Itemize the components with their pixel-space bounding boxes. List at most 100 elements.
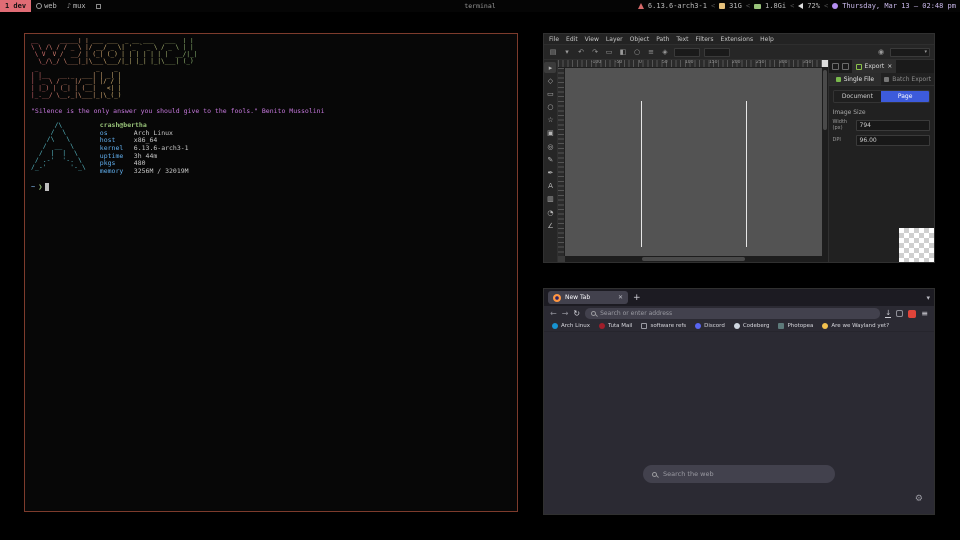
tab-list-chevron-icon[interactable]: ▾ [926,294,930,302]
x-coordinate-field[interactable] [674,48,700,57]
reload-icon[interactable]: ↻ [573,309,580,318]
memory-icon [754,4,761,9]
back-icon[interactable]: ← [550,309,557,318]
document-button[interactable]: Document [834,91,882,102]
menu-help[interactable]: Help [760,36,774,43]
bookmark-discord[interactable]: Discord [695,323,725,329]
box3d-tool-icon[interactable]: ▣ [544,128,556,139]
ruler-label: 350 [803,60,812,65]
newtab-search-box[interactable]: Search the web [643,465,835,483]
bookmark-label: Tuta Mail [608,323,632,329]
export-mode-tabs: Single File Batch Export [829,73,934,86]
y-coordinate-field[interactable] [704,48,730,57]
page-button[interactable]: Page [881,91,929,102]
snap-icon[interactable]: ◉ [876,48,886,56]
document-new-icon[interactable]: ▤ [548,48,558,56]
personalize-gear-icon[interactable]: ⚙ [915,494,923,504]
group-icon[interactable]: ◈ [660,48,670,56]
menu-filters[interactable]: Filters [696,36,714,43]
downloads-icon[interactable]: ↓ [885,310,891,318]
selector-tool-icon[interactable]: ▸ [544,62,556,73]
width-input[interactable]: 794 [856,120,930,131]
single-file-icon [836,77,841,82]
text-tool-icon[interactable]: A [544,181,556,192]
forward-icon[interactable]: → [562,309,569,318]
tuta-icon [599,323,605,329]
url-bar[interactable]: Search or enter address [585,308,880,319]
undo-icon[interactable]: ↶ [576,48,586,56]
bookmark-label: Discord [704,323,725,329]
menu-view[interactable]: View [585,36,599,43]
tab-label: Single File [844,76,874,83]
export-dialog-tab[interactable]: Export × [852,60,897,73]
node-tool-icon[interactable]: ◇ [544,75,556,86]
rectangle-tool-icon[interactable]: ▭ [544,88,556,99]
circle-tool-icon[interactable]: ○ [544,102,556,113]
spiral-tool-icon[interactable]: ◎ [544,141,556,152]
disk-usage: 31G [729,2,742,10]
paste-icon[interactable]: ◧ [618,48,628,56]
bookmark-photopea[interactable]: Photopea [778,323,813,329]
tab-close-icon[interactable]: ✕ [618,294,623,301]
menu-edit[interactable]: Edit [566,36,578,43]
tab-batch-export[interactable]: Batch Export [881,73,934,85]
menu-object[interactable]: Object [630,36,650,43]
firefox-window[interactable]: New Tab ✕ + ▾ ← → ↻ Search or enter addr… [543,288,935,515]
bookmark-codeberg[interactable]: Codeberg [734,323,770,329]
ublock-icon[interactable] [908,310,916,318]
layers-icon[interactable]: ≡ [646,48,656,56]
pen-tool-icon[interactable]: ✒ [544,168,556,179]
dpi-input[interactable]: 96.00 [856,135,930,146]
menu-path[interactable]: Path [656,36,669,43]
drawn-vertical-line[interactable] [746,101,747,247]
bookmark-label: Arch Linux [561,323,590,329]
zoom-icon[interactable]: ○ [632,48,642,56]
drawn-vertical-line[interactable] [641,101,642,247]
active-tab[interactable]: New Tab ✕ [548,291,628,304]
menu-icon[interactable]: ≡ [921,309,928,318]
bookmark-label: Are we Wayland yet? [831,323,889,329]
horizontal-ruler: -100 -50 0 50 100 150 200 250 300 350 [558,60,822,68]
bookmark-tuta-mail[interactable]: Tuta Mail [599,323,632,329]
measure-tool-icon[interactable]: ∠ [544,220,556,231]
firefox-nav-bar: ← → ↻ Search or enter address ↓ ≡ [544,306,934,321]
bookmark-are-we-wayland-yet[interactable]: Are we Wayland yet? [822,323,889,329]
inkscape-command-toolbar: ▤ ▾ ↶ ↷ ▭ ◧ ○ ≡ ◈ ◉ ▾ [544,45,934,60]
separator: < [711,2,715,10]
inkscape-window[interactable]: File Edit View Layer Object Path Text Fi… [543,33,935,263]
extensions-icon[interactable] [896,310,903,317]
inkscape-canvas[interactable]: -100 -50 0 50 100 150 200 250 300 350 [558,60,822,262]
menu-text[interactable]: Text [676,36,688,43]
copy-icon[interactable]: ▭ [604,48,614,56]
menu-layer[interactable]: Layer [606,36,623,43]
photopea-icon [778,323,784,329]
canvas-page[interactable] [565,68,822,256]
menu-file[interactable]: File [549,36,559,43]
terminal-window[interactable]: __ _____| | ___ ___ _ __ ___ ___ | | \ \… [24,33,518,512]
inkscape-toolbox: ▸ ◇ ▭ ○ ☆ ▣ ◎ ✎ ✒ A ▥ ◔ ∠ [544,60,558,262]
shell-prompt[interactable]: ~ ❯ [31,183,511,191]
redo-icon[interactable]: ↷ [590,48,600,56]
export-icon [856,64,862,70]
volume-icon [798,3,803,9]
bookmark-arch-linux[interactable]: Arch Linux [552,323,590,329]
bookmark-software-refs[interactable]: software refs [641,323,686,329]
tab-single-file[interactable]: Single File [829,73,882,85]
new-tab-button[interactable]: + [633,293,641,303]
dropper-tool-icon[interactable]: ◔ [544,207,556,218]
status-modules: 6.13.6-arch3-1 < 31G < 1.8Gi < 72% < Thu… [638,2,960,10]
pencil-tool-icon[interactable]: ✎ [544,154,556,165]
star-tool-icon[interactable]: ☆ [544,115,556,126]
docked-dialog-icon[interactable] [842,63,849,70]
gradient-tool-icon[interactable]: ▥ [544,194,556,205]
status-bar: 1 dev web ♪ mux terminal 6.13.6-arch3-1 … [0,0,960,12]
close-icon[interactable]: × [887,63,892,70]
docked-dialog-icon[interactable] [832,63,839,70]
dropdown-chevron-icon[interactable]: ▾ [562,48,572,56]
units-dropdown[interactable]: ▾ [890,48,930,57]
fetch-info: crash@bertha os Arch Linux host x86_64 k… [100,122,189,175]
menu-extensions[interactable]: Extensions [721,36,754,43]
ruler-label: 200 [732,60,741,65]
export-scope-toggle: Document Page [833,90,930,103]
horizontal-scrollbar[interactable] [565,256,822,262]
